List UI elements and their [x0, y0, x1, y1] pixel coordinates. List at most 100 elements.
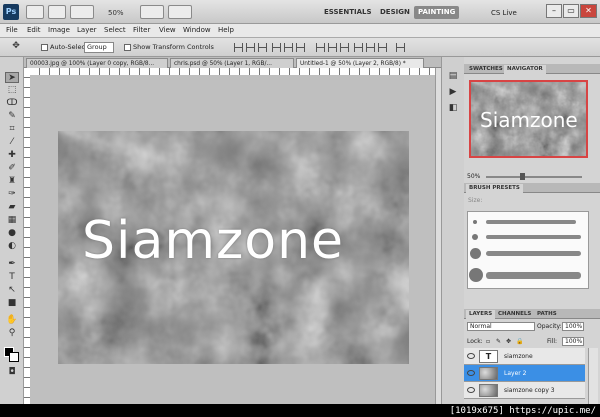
move-tool-preset-icon[interactable]: ✥ — [8, 41, 24, 52]
menu-layer[interactable]: Layer — [77, 26, 97, 34]
tab-swatches[interactable]: SWATCHES — [466, 65, 506, 74]
navigator-thumbnail[interactable]: Siamzone — [469, 80, 588, 158]
lock-image-icon[interactable]: ✎ — [496, 338, 501, 345]
extras-dropdown[interactable] — [70, 5, 94, 19]
bridge-button[interactable] — [26, 5, 44, 19]
distribute-left-icon[interactable] — [354, 43, 363, 52]
layer-name[interactable]: Layer 2 — [504, 370, 526, 377]
lock-all-icon[interactable]: 🔒 — [516, 338, 523, 345]
clone-stamp-tool-icon[interactable]: ♜ — [5, 176, 19, 187]
auto-align-icon[interactable] — [396, 43, 405, 52]
auto-select-dropdown[interactable]: Group — [84, 42, 114, 53]
healing-brush-tool-icon[interactable]: ✚ — [5, 150, 19, 161]
marquee-tool-icon[interactable]: ⬚ — [5, 85, 19, 96]
history-brush-tool-icon[interactable]: ✑ — [5, 189, 19, 200]
menu-help[interactable]: Help — [218, 26, 234, 34]
tab-layers[interactable]: LAYERS — [466, 310, 496, 319]
align-bottom-icon[interactable] — [258, 43, 267, 52]
blend-mode-dropdown[interactable]: Normal — [467, 322, 535, 331]
horizontal-ruler[interactable] — [30, 68, 435, 75]
background-color-swatch[interactable] — [9, 352, 19, 362]
navigator-zoom-slider[interactable] — [486, 176, 582, 178]
distribute-vcenter-icon[interactable] — [328, 43, 337, 52]
screen-mode-button[interactable] — [168, 5, 192, 19]
navigator-slider-knob[interactable] — [520, 173, 525, 180]
move-tool-icon[interactable]: ➤ — [5, 72, 19, 83]
workspace-painting[interactable]: PAINTING — [414, 6, 460, 19]
distribute-right-icon[interactable] — [378, 43, 387, 52]
layer-row[interactable]: Layer 2 — [464, 365, 585, 382]
show-transform-checkbox[interactable] — [124, 44, 131, 51]
zoom-tool-icon[interactable]: ⚲ — [5, 328, 19, 339]
align-vcenter-icon[interactable] — [246, 43, 255, 52]
maximize-button[interactable]: ▭ — [563, 4, 579, 18]
zoom-level[interactable]: 50% — [108, 9, 124, 17]
path-selection-tool-icon[interactable]: ↖ — [5, 285, 19, 296]
gradient-tool-icon[interactable]: ▦ — [5, 215, 19, 226]
align-right-icon[interactable] — [296, 43, 305, 52]
visibility-eye-icon[interactable] — [467, 387, 475, 393]
lock-transparency-icon[interactable]: ▫ — [486, 338, 490, 345]
distribute-top-icon[interactable] — [316, 43, 325, 52]
distribute-bottom-icon[interactable] — [340, 43, 349, 52]
shape-tool-icon[interactable]: ■ — [5, 298, 19, 309]
brush-tool-icon[interactable]: ✐ — [5, 163, 19, 174]
history-panel-icon[interactable]: ▤ — [446, 71, 460, 82]
workspace-essentials[interactable]: ESSENTIALS — [320, 6, 376, 19]
hand-tool-icon[interactable]: ✋ — [5, 315, 19, 326]
arrange-documents-button[interactable] — [140, 5, 164, 19]
menu-filter[interactable]: Filter — [133, 26, 150, 34]
navigator-zoom[interactable]: 50% — [467, 173, 480, 180]
quick-mask-icon[interactable]: ◘ — [5, 367, 19, 378]
tab-00003-jpg[interactable]: 00003.jpg @ 100% (Layer 0 copy, RGB/8... — [26, 58, 168, 68]
lasso-tool-icon[interactable]: ↀ — [5, 98, 19, 109]
distribute-hcenter-icon[interactable] — [366, 43, 375, 52]
blur-tool-icon[interactable]: ● — [5, 228, 19, 239]
layer-row[interactable]: siamzone copy 3 — [464, 382, 585, 399]
brush-preset-3[interactable] — [470, 248, 481, 259]
menu-view[interactable]: View — [159, 26, 176, 34]
layers-scrollbar[interactable] — [588, 348, 598, 404]
cs-live-button[interactable]: CS Live — [491, 9, 517, 17]
quick-select-tool-icon[interactable]: ✎ — [5, 111, 19, 122]
brush-preset-2[interactable] — [472, 234, 478, 240]
actions-panel-icon[interactable]: ▶ — [446, 87, 460, 98]
dodge-tool-icon[interactable]: ◐ — [5, 241, 19, 252]
color-panel-icon[interactable]: ◧ — [446, 103, 460, 114]
layer-name[interactable]: siamzone copy 3 — [504, 387, 555, 394]
brush-preset-1[interactable] — [473, 220, 477, 224]
menu-window[interactable]: Window — [183, 26, 211, 34]
close-button[interactable]: ✕ — [580, 4, 597, 18]
eyedropper-tool-icon[interactable]: ⁄ — [5, 137, 19, 148]
visibility-eye-icon[interactable] — [467, 353, 475, 359]
fill-field[interactable]: 100% — [562, 337, 584, 346]
crop-tool-icon[interactable]: ⌗ — [5, 124, 19, 135]
workspace-design[interactable]: DESIGN — [376, 6, 414, 19]
document-canvas[interactable]: Siamzone — [58, 131, 409, 364]
canvas-text-layer[interactable]: Siamzone — [82, 211, 344, 271]
visibility-eye-icon[interactable] — [467, 370, 475, 376]
auto-select-checkbox[interactable] — [41, 44, 48, 51]
brush-preset-4[interactable] — [469, 268, 483, 282]
align-left-icon[interactable] — [272, 43, 281, 52]
eraser-tool-icon[interactable]: ▰ — [5, 202, 19, 213]
tab-brush-presets[interactable]: BRUSH PRESETS — [466, 184, 523, 193]
layer-row[interactable]: T siamzone — [464, 348, 585, 365]
menu-select[interactable]: Select — [104, 26, 126, 34]
pen-tool-icon[interactable]: ✒ — [5, 259, 19, 270]
lock-position-icon[interactable]: ✥ — [506, 338, 511, 345]
brush-preset-list[interactable] — [467, 211, 589, 289]
menu-image[interactable]: Image — [48, 26, 70, 34]
tab-chris-psd[interactable]: chris.psd @ 50% (Layer 1, RGB/... — [170, 58, 294, 68]
mini-bridge-button[interactable] — [48, 5, 66, 19]
tab-navigator[interactable]: NAVIGATOR — [504, 65, 546, 74]
menu-file[interactable]: File — [6, 26, 18, 34]
menu-edit[interactable]: Edit — [27, 26, 41, 34]
tab-channels[interactable]: CHANNELS — [495, 310, 534, 319]
align-top-icon[interactable] — [234, 43, 243, 52]
tab-untitled-1[interactable]: Untitled-1 @ 50% (Layer 2, RGB/8) * — [296, 58, 424, 68]
layer-name[interactable]: siamzone — [504, 353, 533, 360]
minimize-button[interactable]: – — [546, 4, 562, 18]
align-hcenter-icon[interactable] — [284, 43, 293, 52]
opacity-field[interactable]: 100% — [562, 322, 584, 331]
